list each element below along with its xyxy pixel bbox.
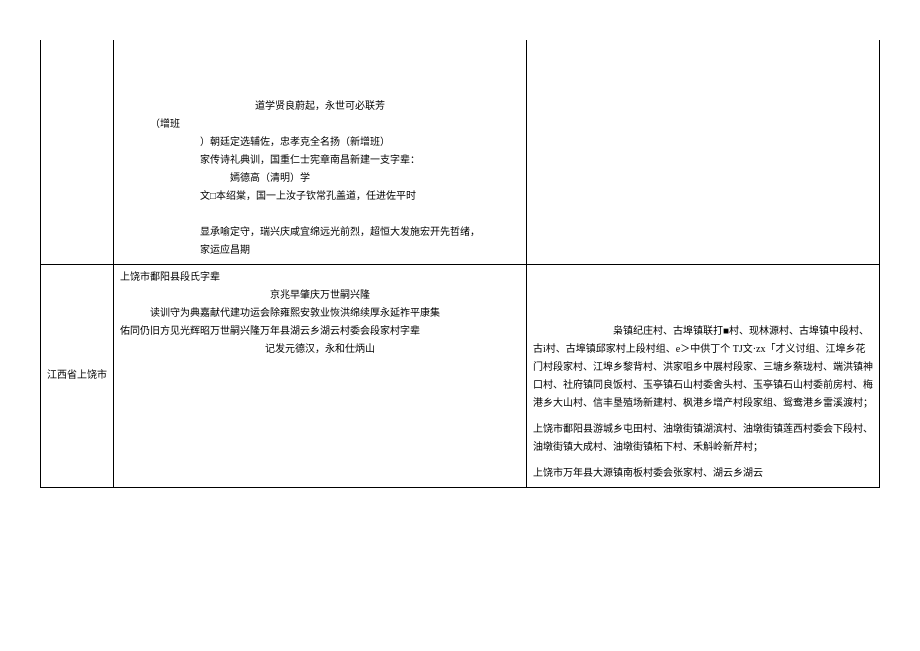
r2-line2: 京兆早肇庆万世嗣兴隆 (120, 287, 520, 305)
row1-middle-cell: 道学贤良蔚起，永世可必联芳 （增班 ）朝廷定选辅佐，忠孝克全名扬（新增班） 家传… (114, 40, 527, 265)
row2-right-cell: 枭镇纪庄村、古埠镇联打■村、现林源村、古埠镇中段村、古i村、古埠镇邱家村上段村组… (527, 265, 880, 488)
r1-line1: 道学贤良蔚起，永世可必联芳 (120, 98, 520, 116)
r2-line1: 上饶市鄱阳县段氏字辈 (120, 269, 520, 287)
row2-region-cell: 江西省上饶市 (41, 265, 114, 488)
row1-region-cell (41, 40, 114, 265)
r2-right-p3: 上饶市万年县大源镇南板村委会张家村、湖云乡湖云 (533, 465, 873, 483)
r1-line4: 嫣德高（清明）学 (120, 170, 520, 188)
r2-line5: 记发元德汉，永和仕炳山 (120, 341, 520, 359)
r2-right-p2: 上饶市鄱阳县游城乡屯田村、油墩街镇湖滨村、油墩街镇莲西村委会下段村、油墩街镇大成… (533, 421, 873, 457)
r1-line6: 显承喻定守，瑞兴庆咸宜绵远光前烈，超恒大发施宏开先哲绪， (120, 224, 520, 242)
r1-line3: 家传诗礼典训，国重仁士宪章南昌新建一支字辈： (120, 152, 520, 170)
r2-line3: 读训守为典嘉献代建功运会除雍熙安敦业恢洪绵续厚永延祚平康集 (120, 305, 520, 323)
r1-line7: 家运应昌期 (120, 242, 520, 260)
row2-middle-cell: 上饶市鄱阳县段氏字辈 京兆早肇庆万世嗣兴隆 读训守为典嘉献代建功运会除雍熙安敦业… (114, 265, 527, 488)
r1-line2a: （增班 (120, 116, 520, 134)
region-label: 江西省上饶市 (47, 367, 107, 385)
row1-right-cell (527, 40, 880, 265)
r1-line5: 文□本绍棠，国一上汝子钦常孔盖道，任进佐平时 (120, 188, 520, 206)
r2-line4: 佑同仍旧方见光辉昭万世嗣兴隆万年县湖云乡湖云村委会段家村字辈 (120, 323, 520, 341)
r2-right-p1: 枭镇纪庄村、古埠镇联打■村、现林源村、古埠镇中段村、古i村、古埠镇邱家村上段村组… (533, 323, 873, 413)
r1-line2b: ）朝廷定选辅佐，忠孝克全名扬（新增班） (120, 134, 520, 152)
